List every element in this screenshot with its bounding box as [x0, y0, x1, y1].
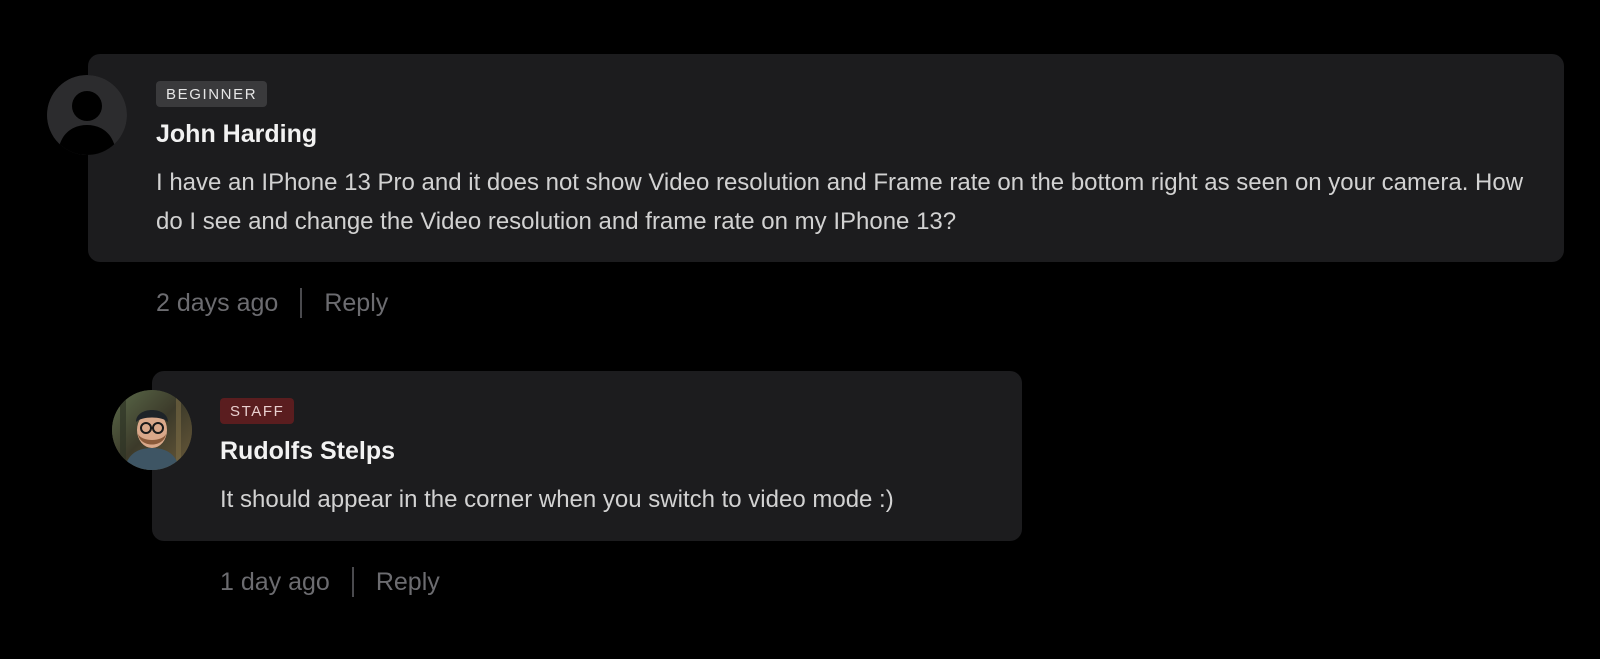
reply-button[interactable]: Reply — [376, 568, 440, 597]
comment-author[interactable]: John Harding — [156, 119, 1536, 149]
avatar[interactable] — [47, 75, 127, 155]
comment-author[interactable]: Rudolfs Stelps — [220, 436, 994, 466]
reply-comment: STAFF Rudolfs Stelps It should appear in… — [112, 371, 1022, 597]
reply-button[interactable]: Reply — [324, 289, 388, 318]
user-photo — [112, 390, 192, 470]
comment: BEGINNER John Harding I have an IPhone 1… — [47, 54, 1564, 318]
avatar[interactable] — [112, 390, 192, 470]
comment-timestamp: 1 day ago — [220, 567, 330, 596]
meta-divider — [300, 288, 303, 318]
default-user-icon — [47, 75, 127, 155]
staff-badge: STAFF — [220, 398, 295, 424]
comment-text: It should appear in the corner when you … — [220, 486, 894, 513]
comment-bubble: STAFF Rudolfs Stelps It should appear in… — [152, 371, 1022, 541]
beginner-badge: BEGINNER — [156, 81, 268, 107]
meta-divider — [351, 567, 354, 597]
comment-meta: 2 days ago Reply — [156, 288, 1564, 318]
comment-bubble: BEGINNER John Harding I have an IPhone 1… — [88, 54, 1564, 262]
comment-text: I have an IPhone 13 Pro and it does not … — [156, 169, 1524, 235]
comment-timestamp: 2 days ago — [156, 288, 279, 317]
comment-meta: 1 day ago Reply — [220, 567, 1022, 597]
